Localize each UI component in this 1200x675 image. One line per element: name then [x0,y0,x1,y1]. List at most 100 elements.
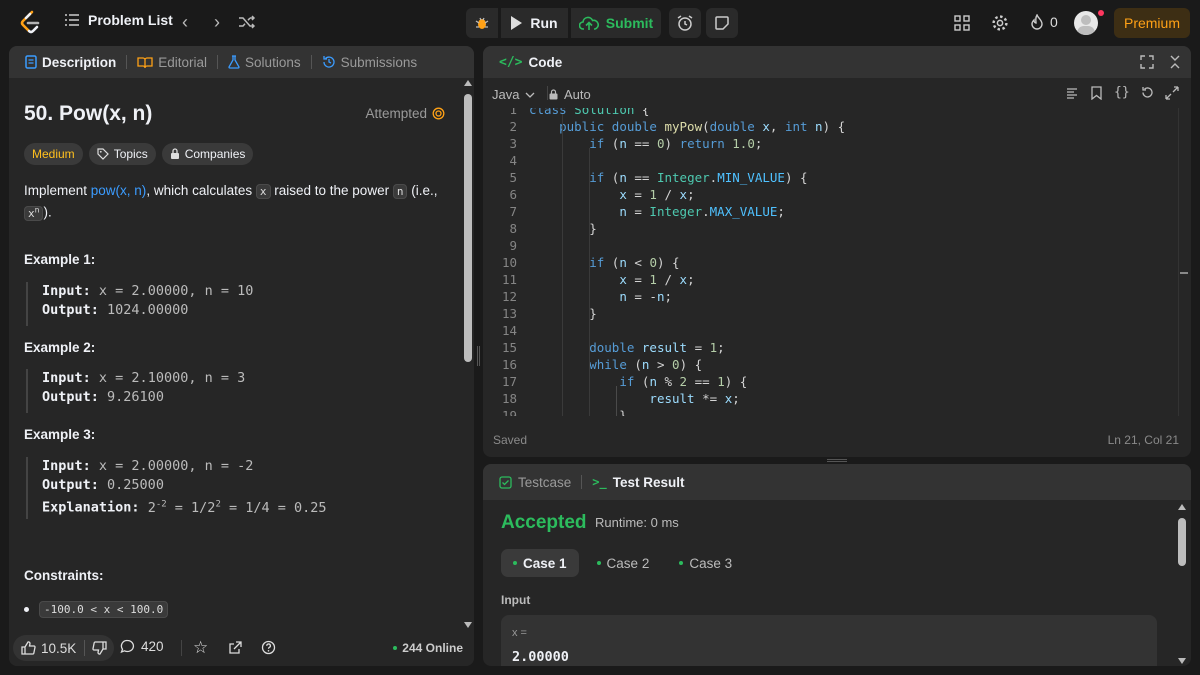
tab-testcase-label: Testcase [518,474,572,490]
cloud-upload-icon [578,16,599,30]
line-number: 13 [501,306,517,321]
result-scrollbar[interactable] [1178,504,1187,664]
fullscreen-icon[interactable] [1140,55,1154,69]
case-tab[interactable]: Case 2 [585,549,662,577]
help-icon[interactable] [261,640,276,655]
case-tab[interactable]: Case 3 [667,549,744,577]
example-input: x = 2.00000, n = 10 [98,283,254,299]
code-panel: </> Code Java Auto {} 1 class Solution { … [483,46,1191,457]
case-tab[interactable]: Case 1 [501,549,579,577]
bullet [24,607,29,612]
debug-button[interactable] [466,8,498,38]
checkbox-icon [499,475,512,489]
line-number: 3 [509,136,517,151]
description-panel: Description Editorial Solutions Submissi… [9,46,474,666]
comments-button[interactable]: 420 [120,639,164,654]
scroll-down-arrow[interactable] [1178,658,1186,664]
line-number: 19 [501,408,517,416]
code-line: 14 [483,323,1173,340]
scroll-up-arrow[interactable] [464,80,472,86]
expl-sup: -2 [155,499,167,509]
chevron-left-icon[interactable]: ‹ [175,12,195,32]
tab-testcase[interactable]: Testcase [495,475,575,490]
line-number: 9 [509,238,517,253]
reset-icon[interactable] [1141,86,1154,99]
language-select[interactable]: Java [492,87,535,102]
expl-part: = 1/4 = 0.25 [220,499,327,516]
case-tabs: Case 1 Case 2 Case 3 [501,549,744,577]
tab-test-result[interactable]: >_ Test Result [588,475,688,490]
horizontal-resize-handle[interactable] [827,459,847,462]
companies-tag[interactable]: Companies [161,143,254,165]
topics-tag[interactable]: Topics [88,143,156,165]
line-number: 14 [501,323,517,338]
tab-editorial[interactable]: Editorial [133,55,211,70]
editor-scrollbar[interactable] [1178,108,1188,416]
input-label: Input: [42,283,91,299]
play-icon [511,16,523,30]
notification-dot [1098,10,1104,16]
code-title: Code [528,54,563,70]
tab-solutions[interactable]: Solutions [224,55,305,70]
document-icon [25,55,37,69]
output-label: Output: [42,477,99,493]
line-number: 2 [509,119,517,134]
avatar[interactable] [1074,11,1098,35]
braces-icon[interactable]: {} [1114,85,1130,100]
gear-icon[interactable] [991,14,1009,32]
tab-solutions-label: Solutions [245,54,301,70]
example-input: x = 2.00000, n = -2 [98,458,254,474]
vote-group: 10.5K [13,635,115,661]
code-header: </> Code [483,46,1191,78]
collapse-icon[interactable] [1169,55,1181,69]
attempted-status: Attempted [365,106,445,121]
tab-submissions-label: Submissions [340,54,418,70]
inline-code-n: n [392,184,408,199]
problem-list-button[interactable]: Problem List [64,12,173,28]
scrollbar-thumb[interactable] [1178,518,1186,566]
scrollbar[interactable] [464,80,472,628]
timer-button[interactable] [669,8,701,38]
scroll-down-arrow[interactable] [464,622,472,628]
submit-button[interactable]: Submit [571,8,661,38]
line-number: 12 [501,289,517,304]
notes-button[interactable] [706,8,738,38]
constraint-code: -100.0 < x < 100.0 [39,601,169,618]
premium-button[interactable]: Premium [1114,8,1190,38]
like-button[interactable]: 10.5K [13,635,84,661]
input-label: Input: [42,458,91,474]
star-icon[interactable]: ☆ [193,638,208,658]
editor-toolbar: Java Auto {} [483,78,1191,108]
difficulty-badge[interactable]: Medium [24,143,83,165]
input-var-label: x = [512,627,527,639]
desc-text: Implement [24,183,91,198]
tab-code[interactable]: </> Code [495,55,566,70]
code-editor[interactable]: 1 class Solution { 2 public double myPow(… [483,108,1191,416]
shuffle-icon[interactable] [238,14,256,30]
pow-link[interactable]: pow(x, n) [91,183,147,198]
scroll-up-arrow[interactable] [1178,504,1186,510]
auto-mode[interactable]: Auto [549,87,591,102]
tab-submissions[interactable]: Submissions [318,55,422,70]
status-label: Attempted [365,106,427,121]
bookmark-icon[interactable] [1091,86,1102,100]
run-button[interactable]: Run [501,8,568,38]
chevron-right-icon[interactable]: › [207,12,227,32]
dislike-button[interactable] [85,635,114,661]
problem-description: Implement pow(x, n), which calculates x … [24,182,454,223]
book-icon [137,56,153,68]
inline-code-xn: xn [24,205,44,221]
run-controls: Run Submit [466,8,738,38]
vertical-resize-handle[interactable] [477,346,480,366]
code-line: 9 [483,238,1173,255]
share-icon[interactable] [228,640,243,655]
tab-description[interactable]: Description [21,55,120,70]
scrollbar-thumb[interactable] [464,94,472,362]
leetcode-logo[interactable] [18,10,42,36]
format-icon[interactable] [1066,87,1078,99]
code-line: 2 public double myPow(double x, int n) { [483,119,1173,136]
maximize-editor-icon[interactable] [1165,86,1179,100]
top-bar: Problem List ‹ › Run Submit 0 Premium [0,0,1200,45]
streak-counter[interactable]: 0 [1030,14,1058,30]
layout-grid-icon[interactable] [954,15,970,31]
